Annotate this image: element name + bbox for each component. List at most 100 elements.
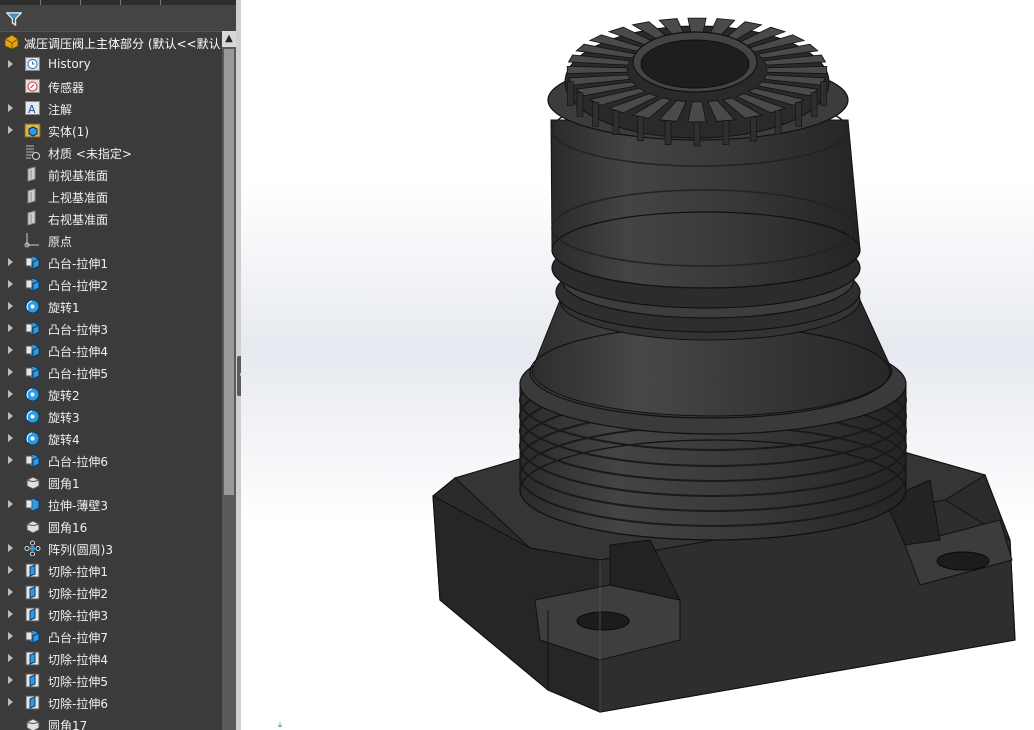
feature-tree-item-label: 凸台-拉伸1 [48, 257, 108, 271]
feature-tree-item[interactable]: 切除-拉伸2 [0, 581, 222, 603]
feature-tree-item[interactable]: 圆角17 [0, 713, 222, 730]
feature-tree-item[interactable]: 切除-拉伸6 [0, 691, 222, 713]
feature-tree-item[interactable]: 切除-拉伸1 [0, 559, 222, 581]
expand-arrow-icon[interactable] [8, 632, 13, 640]
expand-arrow-icon[interactable] [8, 676, 13, 684]
spline-tooth-side [637, 116, 644, 142]
expand-arrow-icon[interactable] [8, 104, 13, 112]
feature-tree-item[interactable]: 上视基准面 [0, 185, 222, 207]
feature-tree-item-label: 凸台-拉伸6 [48, 455, 108, 469]
spline-tooth-side [693, 121, 701, 147]
feature-tree-item-label: 切除-拉伸2 [48, 587, 108, 601]
feature-tree-item[interactable]: 凸台-拉伸7 [0, 625, 222, 647]
feature-tree-item-label: 传感器 [48, 81, 85, 95]
feature-tree-item-label: 切除-拉伸5 [48, 675, 108, 689]
feature-tree-item[interactable]: 传感器 [0, 75, 222, 97]
boss-extrude-icon [25, 277, 40, 292]
expand-arrow-icon[interactable] [8, 60, 13, 68]
fillet-icon [26, 718, 40, 730]
graphics-area[interactable] [241, 0, 1034, 730]
feature-tree-item[interactable]: A 注解 [0, 97, 222, 119]
expand-arrow-icon[interactable] [8, 654, 13, 662]
spline-tooth-side [774, 110, 782, 135]
boss-extrude-icon [25, 453, 40, 468]
history-icon [25, 57, 40, 71]
feature-tree-item[interactable]: 右视基准面 [0, 207, 222, 229]
expand-arrow-icon[interactable] [8, 610, 13, 618]
spline-tooth-side [820, 81, 828, 106]
view-triad-icon [277, 722, 283, 728]
scroll-thumb[interactable] [224, 49, 234, 495]
feature-tree-item[interactable]: 凸台-拉伸4 [0, 339, 222, 361]
boss-extrude-icon [25, 629, 40, 644]
feature-tree-item[interactable]: 阵列(圆周)3 [0, 537, 222, 559]
feature-tree-item[interactable]: History [0, 53, 222, 75]
feature-tree-item[interactable]: 圆角16 [0, 515, 222, 537]
expand-arrow-icon[interactable] [8, 588, 13, 596]
expand-arrow-icon[interactable] [8, 346, 13, 354]
tree-root-part[interactable]: 减压调压阀上主体部分 (默认<<默认 [0, 31, 222, 53]
expand-arrow-icon[interactable] [8, 258, 13, 266]
feature-tree-item-label: 拉伸-薄壁3 [48, 499, 108, 513]
spline-tooth [766, 65, 828, 75]
feature-tree-item[interactable]: 圆角1 [0, 471, 222, 493]
tree-scrollbar[interactable]: ▲ [222, 31, 236, 730]
cut-extrude-icon [25, 651, 40, 666]
feature-tree-item[interactable]: 旋转2 [0, 383, 222, 405]
feature-tree-item[interactable]: 旋转3 [0, 405, 222, 427]
expand-arrow-icon[interactable] [8, 434, 13, 442]
expand-arrow-icon[interactable] [8, 302, 13, 310]
feature-tree-item[interactable]: 旋转1 [0, 295, 222, 317]
expand-arrow-icon[interactable] [8, 566, 13, 574]
expand-arrow-icon[interactable] [8, 698, 13, 706]
feature-tree-item[interactable]: 实体(1) [0, 119, 222, 141]
cut-extrude-icon [25, 695, 40, 710]
feature-tree-item-label: 原点 [48, 235, 73, 249]
expand-arrow-icon[interactable] [8, 280, 13, 288]
scroll-up-arrow-icon[interactable]: ▲ [222, 31, 236, 47]
feature-tree-item[interactable]: 凸台-拉伸3 [0, 317, 222, 339]
feature-tree-item[interactable]: 凸台-拉伸2 [0, 273, 222, 295]
feature-tree-item[interactable]: 切除-拉伸4 [0, 647, 222, 669]
filter-icon[interactable] [6, 11, 22, 27]
spline-tooth-side [592, 102, 599, 127]
expand-arrow-icon[interactable] [8, 500, 13, 508]
feature-tree-item[interactable]: 凸台-拉伸1 [0, 251, 222, 273]
feature-tree-item[interactable]: 旋转4 [0, 427, 222, 449]
spline-tooth-side [750, 116, 757, 142]
feature-tree-item-label: 切除-拉伸3 [48, 609, 108, 623]
feature-tree-item[interactable]: 拉伸-薄壁3 [0, 493, 222, 515]
expand-arrow-icon[interactable] [8, 324, 13, 332]
feature-tree-item[interactable]: 材质 <未指定> [0, 141, 222, 163]
feature-tree-item[interactable]: 凸台-拉伸5 [0, 361, 222, 383]
feature-tree-item-label: 切除-拉伸6 [48, 697, 108, 711]
cut-extrude-icon [25, 585, 40, 600]
revolve-icon [25, 299, 40, 314]
annotation-icon: A [25, 101, 40, 116]
revolve-icon [25, 409, 40, 424]
expand-arrow-icon[interactable] [8, 412, 13, 420]
feature-tree-item-label: 右视基准面 [48, 213, 109, 227]
feature-tree-item-label: 圆角16 [48, 521, 88, 535]
spline-tooth-side [566, 81, 574, 106]
feature-tree-item[interactable]: 凸台-拉伸6 [0, 449, 222, 471]
spline-tooth-side [664, 120, 672, 145]
feature-manager-panel: 减压调压阀上主体部分 (默认<<默认 History 传感器 A 注解实体(1) 材质 … [0, 0, 236, 730]
expand-arrow-icon[interactable] [8, 368, 13, 376]
feature-tree-item-label: 旋转3 [48, 411, 80, 425]
spline-tooth-side [576, 92, 584, 117]
cut-extrude-icon [25, 607, 40, 622]
feature-tree-item[interactable]: 原点 [0, 229, 222, 251]
expand-arrow-icon[interactable] [8, 390, 13, 398]
feature-tree-item-label: 凸台-拉伸5 [48, 367, 108, 381]
feature-tree-item-label: 注解 [48, 103, 73, 117]
feature-tree-item-label: 圆角17 [48, 719, 88, 730]
feature-tree-item[interactable]: 切除-拉伸5 [0, 669, 222, 691]
expand-arrow-icon[interactable] [8, 456, 13, 464]
feature-tree-item[interactable]: 前视基准面 [0, 163, 222, 185]
circular-pattern-icon [24, 540, 41, 556]
feature-tree-item[interactable]: 切除-拉伸3 [0, 603, 222, 625]
expand-arrow-icon[interactable] [8, 126, 13, 134]
spline-tooth-side [795, 102, 802, 127]
expand-arrow-icon[interactable] [8, 544, 13, 552]
